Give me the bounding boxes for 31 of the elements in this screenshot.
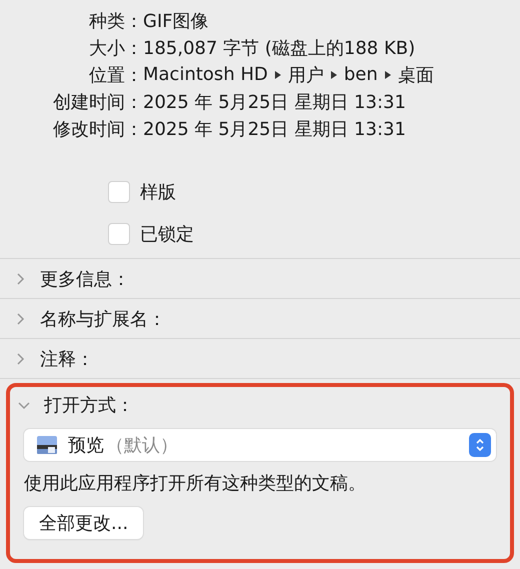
section-title[interactable]: 注释： [40,346,94,370]
description-text: 使用此应用程序打开所有这种类型的文稿。 [24,472,366,495]
path-text: Macintosh HD [143,64,268,85]
checkbox[interactable] [108,223,130,245]
field-label: 位置： [88,64,143,86]
path-text: 桌面 [398,64,434,86]
field-value: 2025 年 5月25日 星期日 13:31 [143,90,406,114]
default-note: （默认） [106,434,178,457]
path-text: ben [344,64,378,85]
change-all-button[interactable]: 全部更改... [24,507,144,539]
path-separator-icon [384,70,391,78]
section-title[interactable]: 名称与扩展名： [40,306,166,330]
checkbox-label: 样版 [140,181,176,204]
checkbox-label: 已锁定 [140,223,194,246]
app-popup[interactable]: 预览（默认） [24,429,496,461]
field-label: 创建时间： [52,90,143,114]
field-value: 185,087 字节 (磁盘上的188 KB) [143,36,416,60]
section-title[interactable]: 更多信息： [40,266,130,290]
app-name: 预览 [68,434,104,457]
section-title[interactable]: 打开方式： [44,393,134,417]
field-value: GIF图像 [143,10,209,32]
field-label: 修改时间： [52,118,143,140]
path-separator-icon [330,70,337,78]
checkbox[interactable] [108,181,130,203]
popup-stepper-icon [469,433,491,457]
preview-app-icon [36,434,58,456]
field-label: 种类： [88,10,143,32]
path-text: 用户 [288,64,324,86]
field-value: 2025 年 5月25日 星期日 13:31 [143,118,406,140]
path-separator-icon [274,70,281,78]
field-label: 大小： [88,36,143,60]
